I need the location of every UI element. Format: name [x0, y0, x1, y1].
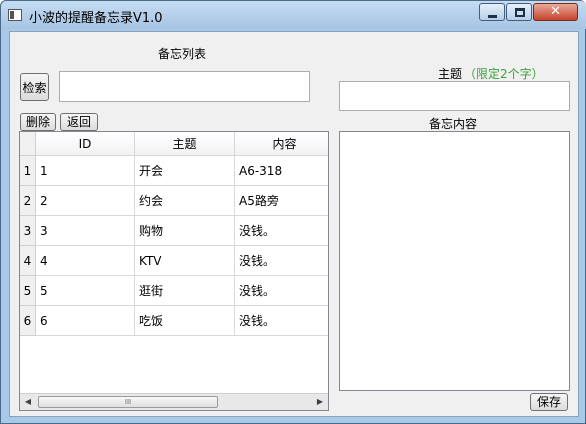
table-cell-subject[interactable]: KTV: [135, 246, 235, 276]
table-cell-subject[interactable]: 吃饭: [135, 306, 235, 336]
maximize-button[interactable]: [506, 3, 532, 21]
scroll-right-icon[interactable]: ▶: [312, 394, 328, 410]
row-header[interactable]: 4: [20, 246, 36, 276]
table-cell-content[interactable]: 没钱。: [235, 306, 328, 336]
table-cell-content[interactable]: A6-318: [235, 156, 328, 186]
table-cell-id[interactable]: 3: [36, 216, 135, 246]
table-cell-id[interactable]: 5: [36, 276, 135, 306]
minimize-icon: [488, 15, 497, 18]
table-cell-subject[interactable]: 购物: [135, 216, 235, 246]
memo-table[interactable]: ID 主题 内容 1 1 开会 A6-318 2 2 约会 A5路旁 3 3 购…: [19, 131, 329, 411]
table-cell-content[interactable]: A5路旁: [235, 186, 328, 216]
minimize-button[interactable]: [479, 3, 505, 21]
row-header[interactable]: 6: [20, 306, 36, 336]
search-input[interactable]: [59, 71, 310, 102]
table-cell-content[interactable]: 没钱。: [235, 276, 328, 306]
row-header[interactable]: 5: [20, 276, 36, 306]
row-header[interactable]: 1: [20, 156, 36, 186]
content-label: 备忘内容: [429, 117, 478, 131]
window-title: 小波的提醒备忘录V1.0: [29, 11, 163, 26]
search-button[interactable]: 检索: [20, 73, 49, 101]
horizontal-scrollbar[interactable]: ◀ III ▶: [20, 393, 328, 410]
subject-hint: （限定2个字）: [464, 67, 544, 81]
column-header-subject[interactable]: 主题: [135, 132, 235, 156]
table-corner[interactable]: [20, 132, 36, 156]
app-window: 小波的提醒备忘录V1.0 ✕ 备忘列表 检索 删除 返回 ID 主题 内容 1 …: [0, 0, 586, 424]
close-icon: ✕: [550, 4, 561, 19]
scroll-left-icon[interactable]: ◀: [20, 394, 36, 410]
title-bar[interactable]: 小波的提醒备忘录V1.0 ✕: [1, 1, 586, 29]
back-button[interactable]: 返回: [60, 113, 98, 131]
table-cell-content[interactable]: 没钱。: [235, 216, 328, 246]
memo-content-textarea[interactable]: [339, 131, 570, 391]
column-header-id[interactable]: ID: [36, 132, 135, 156]
table-cell-subject[interactable]: 开会: [135, 156, 235, 186]
row-header[interactable]: 2: [20, 186, 36, 216]
list-title: 备忘列表: [158, 47, 207, 61]
table-cell-id[interactable]: 4: [36, 246, 135, 276]
table-cell-subject[interactable]: 逛街: [135, 276, 235, 306]
maximize-icon: [515, 8, 525, 17]
row-header[interactable]: 3: [20, 216, 36, 246]
save-button[interactable]: 保存: [530, 393, 568, 411]
column-header-content[interactable]: 内容: [235, 132, 328, 156]
table-cell-subject[interactable]: 约会: [135, 186, 235, 216]
table-cell-id[interactable]: 2: [36, 186, 135, 216]
subject-label: 主题: [438, 67, 463, 81]
scroll-thumb[interactable]: III: [38, 396, 218, 408]
delete-button[interactable]: 删除: [20, 113, 56, 131]
table-cell-content[interactable]: 没钱。: [235, 246, 328, 276]
subject-input[interactable]: [339, 81, 570, 111]
close-button[interactable]: ✕: [533, 3, 578, 21]
app-icon: [8, 9, 22, 21]
table-cell-id[interactable]: 6: [36, 306, 135, 336]
table-cell-id[interactable]: 1: [36, 156, 135, 186]
